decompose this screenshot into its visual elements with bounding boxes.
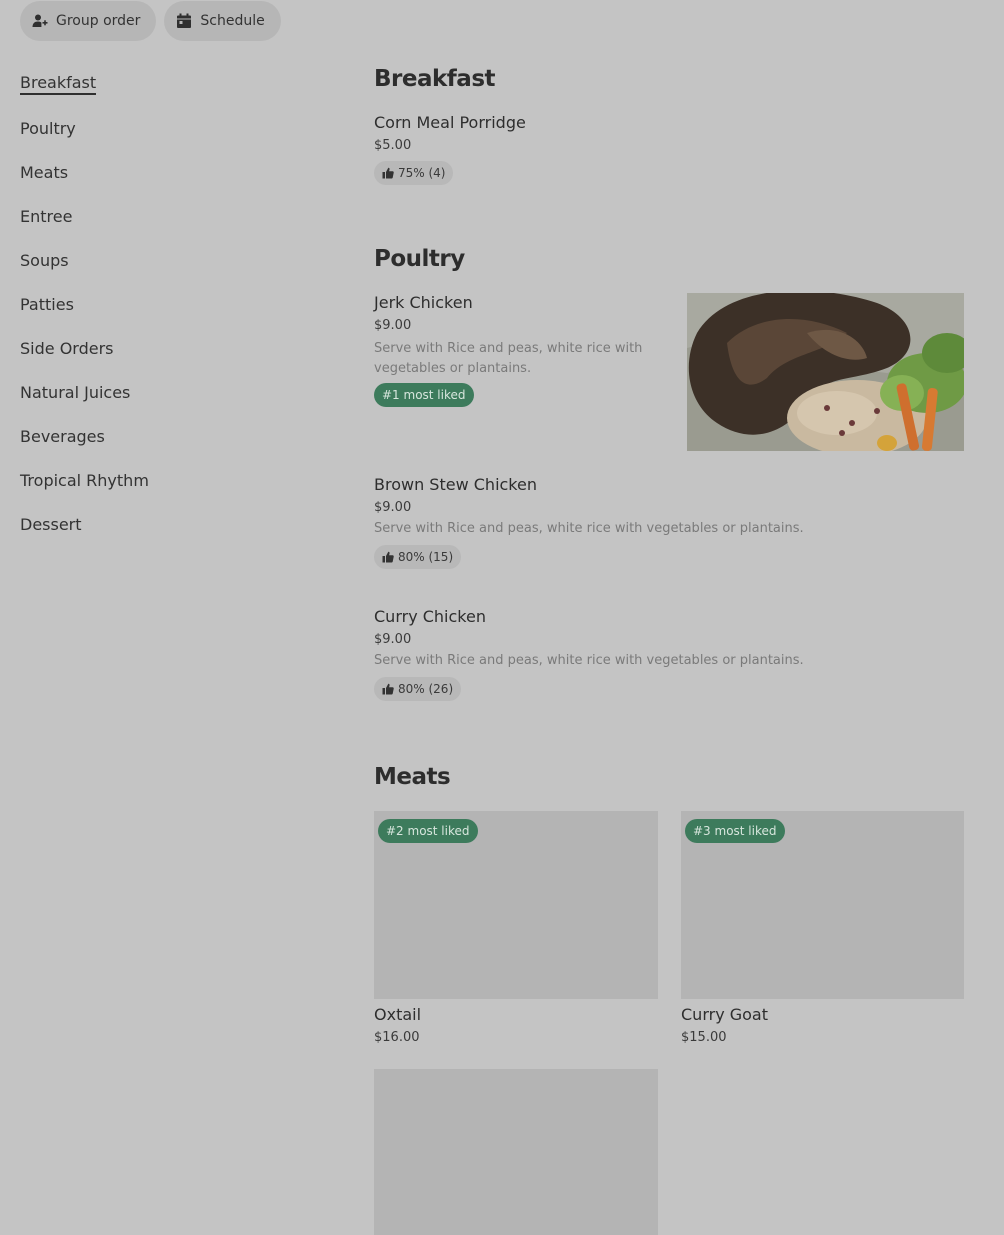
item-name: Oxtail	[374, 1005, 422, 1024]
jerk-chicken-image	[687, 293, 964, 451]
item-price: $9.00	[374, 632, 412, 647]
most-liked-badge: #1 most liked	[374, 383, 474, 407]
item-price: $9.00	[374, 318, 412, 333]
section-title-meats: Meats	[374, 764, 451, 790]
item-name: Curry Goat	[681, 1005, 769, 1024]
rating-text: 80% (26)	[398, 682, 454, 696]
card-image-placeholder	[374, 1069, 658, 1235]
sidebar-item-beverages[interactable]: Beverages	[20, 414, 320, 458]
card-image-placeholder: #2 most liked	[374, 811, 658, 999]
item-name: Corn Meal Porridge	[374, 113, 526, 132]
thumbs-up-icon	[382, 551, 394, 563]
menu-card-partial[interactable]	[374, 1069, 658, 1235]
item-name: Jerk Chicken	[374, 293, 473, 312]
item-description: Serve with Rice and peas, white rice wit…	[374, 521, 804, 536]
person-plus-icon	[32, 14, 48, 27]
thumbs-up-icon	[382, 683, 394, 695]
menu-card-oxtail[interactable]: #2 most liked Oxtail $16.00	[374, 811, 658, 1045]
sidebar-item-patties[interactable]: Patties	[20, 282, 320, 326]
rating-badge: 80% (26)	[374, 677, 462, 701]
top-actions: Group order Schedule	[20, 1, 281, 41]
rating-text: 80% (15)	[398, 550, 454, 564]
sidebar-item-natural-juices[interactable]: Natural Juices	[20, 370, 320, 414]
group-order-button[interactable]: Group order	[20, 1, 157, 41]
menu-card-curry-goat[interactable]: #3 most liked Curry Goat $15.00	[681, 811, 965, 1045]
most-liked-badge: #2 most liked	[378, 819, 478, 843]
section-title-breakfast: Breakfast	[374, 66, 496, 92]
item-price: $9.00	[374, 500, 412, 515]
category-sidebar: Breakfast Poultry Meats Entree Soups Pat…	[20, 62, 320, 546]
menu-item-corn-meal-porridge[interactable]: Corn Meal Porridge $5.00 75% (4)	[374, 113, 674, 185]
jerk-chicken-photo[interactable]	[687, 293, 964, 451]
item-price: $5.00	[374, 138, 412, 153]
item-price: $16.00	[374, 1030, 420, 1045]
item-description: Serve with Rice and peas, white rice wit…	[374, 341, 643, 376]
sidebar-item-soups[interactable]: Soups	[20, 238, 320, 282]
most-liked-badge: #3 most liked	[685, 819, 785, 843]
menu-item-jerk-chicken[interactable]: Jerk Chicken $9.00 Serve with Rice and p…	[374, 293, 664, 407]
rating-text: 75% (4)	[398, 166, 446, 180]
rating-badge: 80% (15)	[374, 545, 462, 569]
thumbs-up-icon	[382, 167, 394, 179]
sidebar-item-tropical-rhythm[interactable]: Tropical Rhythm	[20, 458, 320, 502]
rating-badge: 75% (4)	[374, 161, 454, 185]
sidebar-item-entree[interactable]: Entree	[20, 194, 320, 238]
sidebar-item-meats[interactable]: Meats	[20, 150, 320, 194]
item-name: Curry Chicken	[374, 607, 486, 626]
sidebar-item-breakfast[interactable]: Breakfast	[20, 62, 320, 106]
sidebar-item-side-orders[interactable]: Side Orders	[20, 326, 320, 370]
sidebar-item-dessert[interactable]: Dessert	[20, 502, 320, 546]
menu-item-curry-chicken[interactable]: Curry Chicken $9.00 Serve with Rice and …	[374, 607, 934, 701]
item-description: Serve with Rice and peas, white rice wit…	[374, 653, 804, 668]
item-price: $15.00	[681, 1030, 727, 1045]
section-title-poultry: Poultry	[374, 246, 465, 272]
card-image-placeholder: #3 most liked	[681, 811, 964, 999]
schedule-button[interactable]: Schedule	[164, 1, 281, 41]
menu-item-brown-stew-chicken[interactable]: Brown Stew Chicken $9.00 Serve with Rice…	[374, 475, 934, 569]
schedule-label: Schedule	[200, 13, 265, 29]
sidebar-item-poultry[interactable]: Poultry	[20, 106, 320, 150]
item-name: Brown Stew Chicken	[374, 475, 537, 494]
group-order-label: Group order	[56, 13, 141, 29]
calendar-icon	[177, 13, 192, 28]
